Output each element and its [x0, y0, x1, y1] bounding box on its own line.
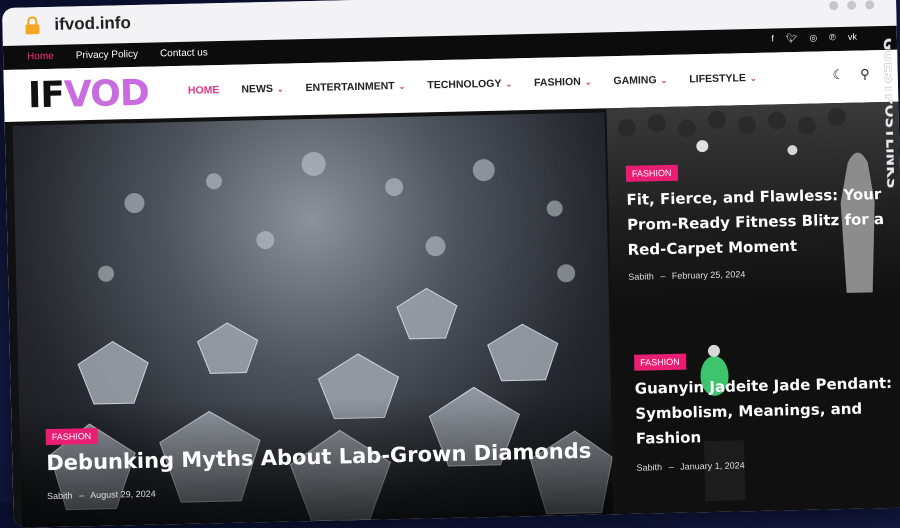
post-date: February 25, 2024: [671, 269, 746, 281]
post-date: August 29, 2024: [90, 488, 156, 501]
window-dot[interactable]: [865, 0, 875, 10]
window-dot[interactable]: [847, 0, 857, 10]
author-name[interactable]: Sabith: [47, 491, 73, 502]
post-date: January 1, 2024: [680, 460, 745, 472]
author-name[interactable]: Sabith: [628, 271, 654, 282]
side-post-title[interactable]: Fit, Fierce, and Flawless: Your Prom-Rea…: [626, 182, 898, 263]
twitter-icon[interactable]: 🐦︎: [786, 33, 798, 44]
vk-icon[interactable]: vk: [848, 32, 857, 43]
window-dot[interactable]: [829, 1, 839, 11]
window-controls: [829, 0, 875, 11]
dark-mode-icon[interactable]: ☾: [832, 67, 844, 83]
side-post-title[interactable]: Guanyin Jadeite Jade Pendant: Symbolism,…: [635, 371, 900, 452]
nav-technology[interactable]: TECHNOLOGY ⌄: [427, 77, 513, 92]
nav-lifestyle[interactable]: LIFESTYLE ⌄: [689, 72, 757, 85]
category-badge[interactable]: FASHION: [625, 164, 678, 182]
search-icon[interactable]: ⚲: [860, 66, 870, 82]
logo-part-2: VOD: [63, 72, 150, 116]
side-post-1[interactable]: FASHION Fit, Fierce, and Flawless: Your …: [606, 101, 900, 302]
instagram-icon[interactable]: ◎: [809, 33, 817, 44]
chevron-down-icon: ⌄: [660, 75, 668, 86]
header-tools: ☾ ⚲: [832, 66, 870, 83]
nav-gaming[interactable]: GAMING ⌄: [613, 74, 667, 87]
nav-entertainment[interactable]: ENTERTAINMENT ⌄: [305, 80, 405, 94]
chevron-down-icon: ⌄: [749, 73, 757, 84]
top-link-contact[interactable]: Contact us: [160, 47, 208, 59]
featured-grid: FASHION Debunking Myths About Lab-Grown …: [4, 101, 900, 528]
top-link-home[interactable]: Home: [27, 51, 54, 63]
nav-fashion[interactable]: FASHION ⌄: [534, 76, 592, 89]
chevron-down-icon: ⌄: [584, 77, 592, 87]
top-link-privacy[interactable]: Privacy Policy: [76, 49, 138, 61]
chevron-down-icon: ⌄: [276, 84, 284, 94]
author-name[interactable]: Sabith: [636, 462, 662, 473]
social-links: f 🐦︎ ◎ ℗ vk: [771, 32, 857, 45]
main-menu: HOME NEWS ⌄ ENTERTAINMENT ⌄ TECHNOLOGY ⌄ FA…: [188, 72, 757, 97]
top-links: Home Privacy Policy Contact us: [27, 47, 208, 62]
chevron-down-icon: ⌄: [398, 81, 406, 92]
lock-icon: [25, 16, 40, 35]
logo-part-1: IF: [27, 74, 65, 117]
browser-window: ifvod.info Home Privacy Policy Contact u…: [2, 0, 900, 528]
facebook-icon[interactable]: f: [771, 33, 774, 44]
category-badge[interactable]: FASHION: [45, 427, 98, 446]
nav-home[interactable]: HOME: [188, 84, 220, 97]
site-logo[interactable]: IFVOD: [27, 72, 150, 117]
category-badge[interactable]: FASHION: [634, 353, 686, 371]
featured-post[interactable]: FASHION Debunking Myths About Lab-Grown …: [12, 112, 614, 528]
side-post-2[interactable]: FASHION Guanyin Jadeite Jade Pendant: Sy…: [612, 296, 900, 515]
address-bar[interactable]: ifvod.info: [54, 13, 131, 35]
chevron-down-icon: ⌄: [505, 79, 513, 89]
pinterest-icon[interactable]: ℗: [829, 32, 836, 43]
nav-news[interactable]: NEWS ⌄: [241, 83, 283, 96]
